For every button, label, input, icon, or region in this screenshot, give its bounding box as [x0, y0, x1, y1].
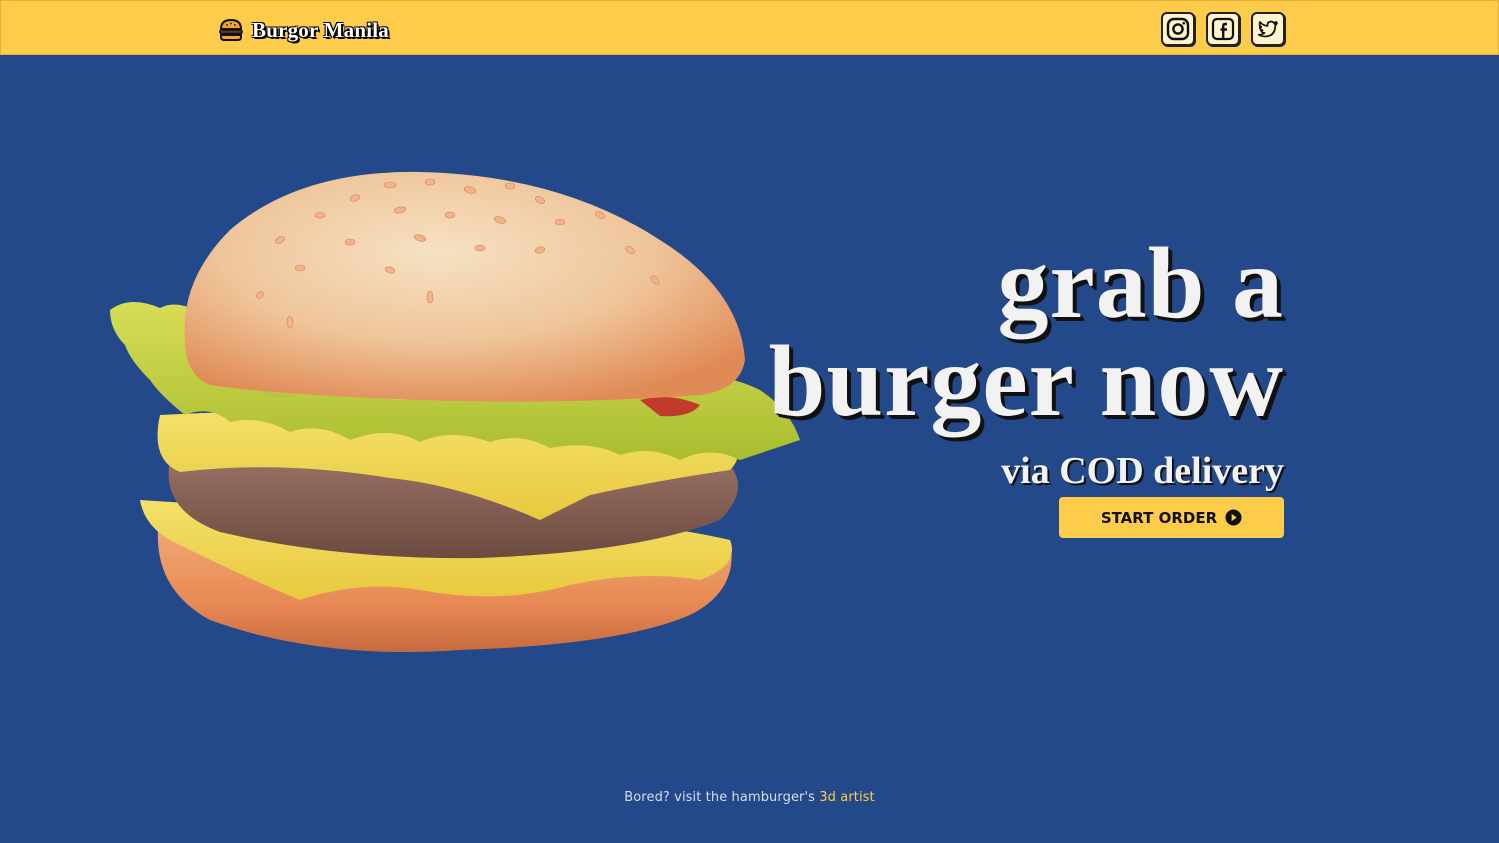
facebook-icon — [1211, 17, 1235, 41]
footer-credit: Bored? visit the hamburger's 3d artist — [0, 790, 1499, 805]
social-links — [1161, 12, 1285, 46]
play-circle-icon — [1225, 509, 1242, 526]
instagram-icon — [1166, 17, 1190, 41]
start-order-label: START ORDER — [1100, 508, 1218, 527]
hamburger-3d-image — [110, 171, 800, 652]
footer-text: Bored? visit the hamburger's — [624, 790, 820, 805]
twitter-link[interactable] — [1251, 12, 1285, 46]
hero-headline-line2: burger now — [768, 325, 1284, 438]
brand-link[interactable]: Burgor Manila — [218, 16, 389, 44]
3d-artist-link[interactable]: 3d artist — [819, 790, 874, 805]
twitter-icon — [1257, 18, 1279, 40]
burger-logo-icon — [219, 18, 243, 41]
facebook-link[interactable] — [1206, 12, 1240, 46]
instagram-link[interactable] — [1161, 12, 1195, 46]
top-navbar: Burgor Manila — [0, 0, 1499, 55]
hero-section: grab a burger now via COD delivery — [768, 227, 1284, 493]
brand-name: Burgor Manila — [252, 17, 389, 42]
hero-subheadline: via COD delivery — [1001, 450, 1284, 492]
hero-headline-line1: grab a — [997, 227, 1284, 340]
start-order-button[interactable]: START ORDER — [1059, 497, 1284, 538]
